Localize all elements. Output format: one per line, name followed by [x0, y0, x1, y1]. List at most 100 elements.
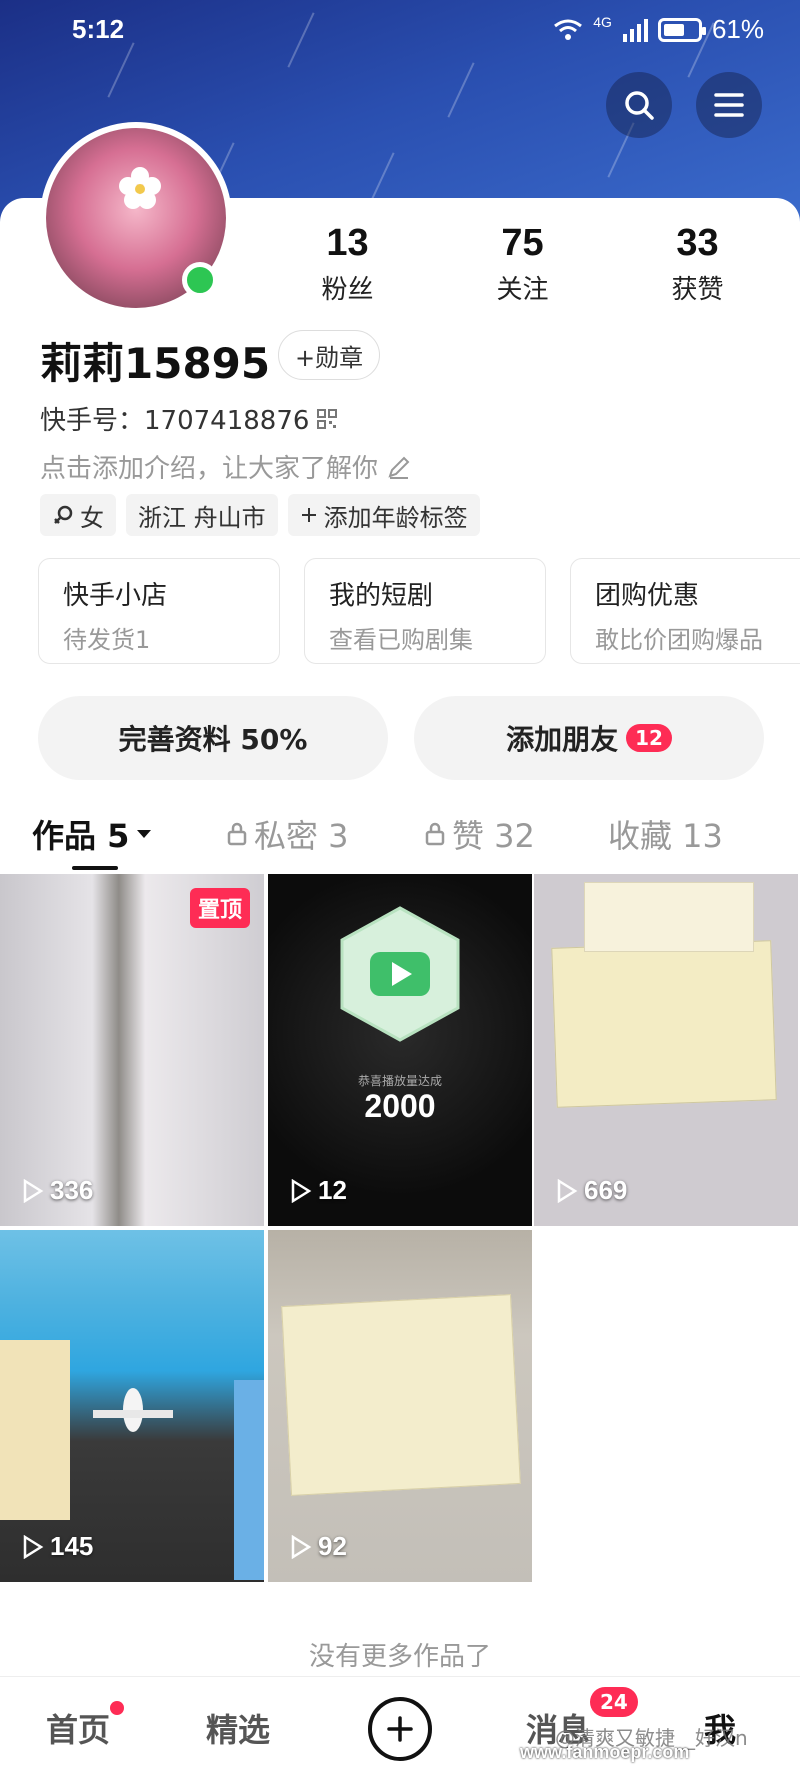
paper-sketch: [584, 882, 754, 952]
tab-label: 收藏 13: [608, 817, 723, 855]
tab-liked[interactable]: 赞 32: [424, 806, 535, 862]
search-icon: [625, 91, 654, 120]
tab-favorites[interactable]: 收藏 13: [608, 806, 723, 862]
stat-number: 75: [501, 222, 544, 264]
play-count-text: 145: [50, 1531, 94, 1561]
menu-icon: [714, 93, 744, 117]
stat-label: 关注: [496, 275, 549, 305]
location-tag[interactable]: 浙江 舟山市: [126, 494, 278, 536]
lock-icon: [227, 822, 247, 846]
tab-private[interactable]: 私密 3: [226, 806, 349, 862]
play-count: 92: [290, 1531, 347, 1562]
service-sub: 待发货1: [63, 626, 151, 654]
intro-prompt[interactable]: 点击添加介绍，让大家了解你: [40, 448, 412, 485]
no-more-posts: 没有更多作品了: [308, 1642, 491, 1672]
profile-actions: 完善资料 50% 添加朋友 12: [38, 696, 764, 780]
service-card-groupbuy[interactable]: 团购优惠 敢比价团购爆品: [570, 558, 800, 664]
stat-followers[interactable]: 13 粉丝: [260, 222, 435, 306]
search-button[interactable]: [606, 72, 672, 138]
service-title: 我的短剧: [329, 581, 434, 611]
milestone-badge-icon: [340, 906, 460, 1042]
medal-button[interactable]: +勋章: [278, 330, 381, 380]
play-icon: [291, 1534, 312, 1559]
post-tile[interactable]: 恭喜播放量达成 2000 12: [268, 874, 532, 1226]
tab-label: 赞 32: [452, 817, 535, 855]
status-time: 5:12: [72, 14, 125, 44]
airplane-icon: [93, 1388, 173, 1432]
status-bar: 5:12 4G 61%: [0, 0, 800, 64]
stat-number: 33: [676, 222, 719, 264]
profile-stats: 13 粉丝 75 关注 33 获赞: [260, 222, 800, 306]
messages-badge: 24: [590, 1687, 638, 1717]
watermark-url: www.fanmoepr.com: [520, 1742, 690, 1762]
status-right: 4G 61%: [553, 14, 764, 45]
stat-label: 获赞: [671, 275, 724, 305]
play-count-text: 669: [584, 1175, 628, 1205]
post-tile[interactable]: 669: [534, 874, 798, 1226]
play-count-text: 92: [318, 1531, 347, 1561]
play-count-text: 336: [50, 1175, 94, 1205]
play-count: 12: [290, 1175, 347, 1206]
service-card-shop[interactable]: 快手小店 待发货1: [38, 558, 280, 664]
stat-label: 粉丝: [321, 275, 374, 305]
play-icon: [23, 1178, 44, 1203]
service-cards: 快手小店 待发货1 我的短剧 查看已购剧集 团购优惠 敢比价团购爆品: [38, 558, 800, 664]
online-status-dot: [182, 262, 218, 298]
tab-works[interactable]: 作品 5: [32, 806, 153, 862]
service-sub: 敢比价团购爆品: [595, 626, 763, 654]
complete-profile-button[interactable]: 完善资料 50%: [38, 696, 388, 780]
gender-label: 女: [80, 503, 104, 532]
service-title: 团购优惠: [595, 581, 700, 611]
female-icon: [54, 505, 73, 524]
play-icon: [23, 1534, 44, 1559]
milestone-caption: 恭喜播放量达成: [357, 1074, 442, 1088]
game-building: [0, 1340, 70, 1520]
user-id[interactable]: 快手号：1707418876: [40, 400, 338, 437]
post-tile[interactable]: 145: [0, 1230, 264, 1582]
flower-icon: [119, 167, 161, 209]
game-building: [234, 1380, 264, 1580]
intro-text: 点击添加介绍，让大家了解你: [40, 454, 379, 484]
active-tab-indicator: [72, 866, 118, 870]
add-friends-label: 添加朋友: [506, 723, 619, 756]
add-friends-badge: 12: [626, 724, 672, 752]
add-age-label: 添加年龄标签: [323, 503, 468, 532]
play-icon: [291, 1178, 312, 1203]
play-count: 669: [556, 1175, 627, 1206]
tab-label: 作品 5: [32, 817, 130, 855]
pinned-badge: 置顶: [189, 888, 250, 928]
play-count: 145: [22, 1531, 93, 1562]
add-age-tag[interactable]: 添加年龄标签: [287, 494, 480, 536]
profile-tags: 女 浙江 舟山市 添加年龄标签: [40, 494, 480, 536]
wifi-icon: [554, 19, 583, 40]
service-title: 快手小店: [63, 581, 168, 611]
add-friends-button[interactable]: 添加朋友 12: [414, 696, 764, 780]
stat-likes[interactable]: 33 获赞: [610, 222, 785, 306]
edit-icon: [388, 456, 410, 479]
post-tile[interactable]: 92: [268, 1230, 532, 1582]
nav-featured[interactable]: 精选: [206, 1705, 270, 1751]
profile-name: 莉莉15895: [40, 339, 271, 388]
stat-number: 13: [326, 222, 369, 264]
profile-page: 5:12 4G 61% 13 粉丝 75 关注 33 获赞 莉莉15895 +勋…: [0, 0, 800, 1778]
nav-home[interactable]: 首页: [46, 1705, 110, 1751]
tab-label: 私密 3: [254, 817, 349, 855]
battery-icon: [657, 17, 706, 42]
caret-down-icon: [137, 830, 152, 838]
content-tabs: 作品 5 私密 3 赞 32 收藏 13: [0, 806, 800, 870]
service-sub: 查看已购剧集: [329, 626, 473, 654]
stat-following[interactable]: 75 关注: [435, 222, 610, 306]
play-icon: [557, 1178, 578, 1203]
lock-icon: [425, 822, 445, 846]
qrcode-icon: [317, 408, 338, 429]
plus-icon: [301, 508, 316, 522]
play-count: 336: [22, 1175, 93, 1206]
paper-sketch: [281, 1294, 521, 1496]
service-card-drama[interactable]: 我的短剧 查看已购剧集: [304, 558, 546, 664]
post-tile[interactable]: 置顶 336: [0, 874, 264, 1226]
plus-icon: [387, 1716, 413, 1742]
create-button[interactable]: [368, 1697, 432, 1761]
gender-tag[interactable]: 女: [40, 494, 116, 536]
signal-icon: [622, 18, 648, 42]
menu-button[interactable]: [696, 72, 762, 138]
